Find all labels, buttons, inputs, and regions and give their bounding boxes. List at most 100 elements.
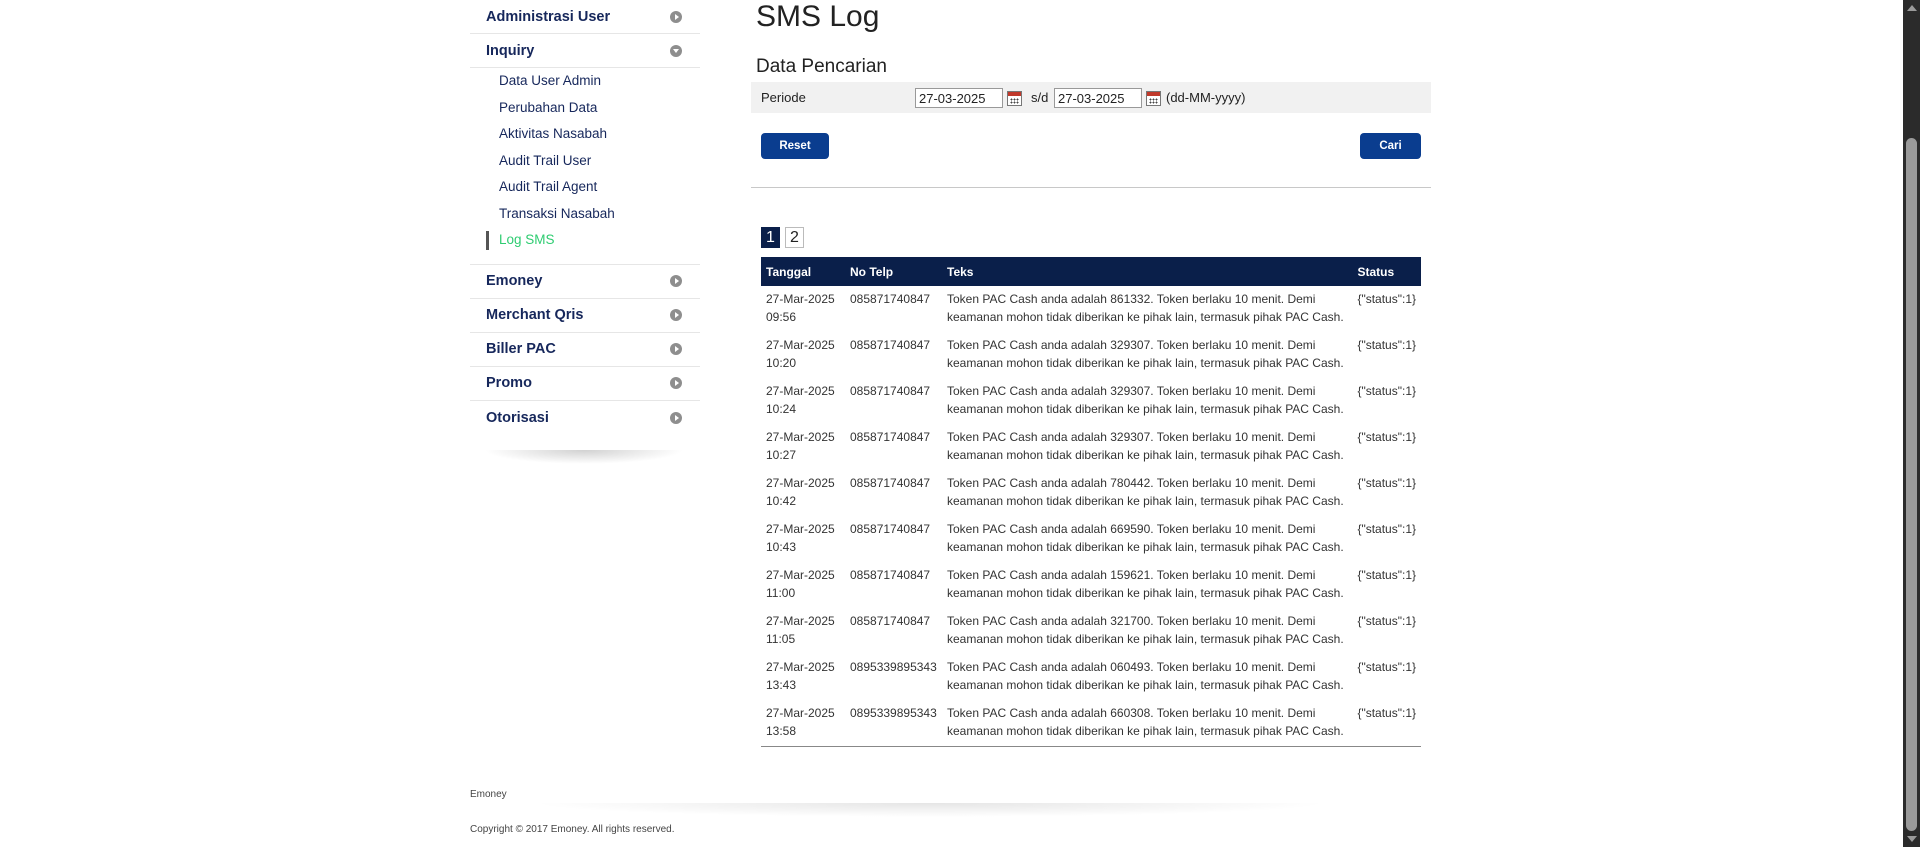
- cell-text-line: Token PAC Cash anda adalah 861332. Token…: [947, 292, 1316, 306]
- filter-bar: Periode s/d (dd-MM-yyyy): [751, 82, 1431, 113]
- footer-shadow: [530, 803, 1330, 817]
- cell-status: {"status":1}: [1357, 568, 1416, 582]
- table-header-row: Tanggal No Telp Teks Status: [761, 257, 1421, 286]
- date-from-input[interactable]: [915, 88, 1003, 108]
- cell-time: 10:42: [766, 494, 797, 508]
- table-row: 27-Mar-2025 10:20 085871740847 Token PAC Ca…: [761, 332, 1421, 378]
- sidebar-item-audit-trail-agent[interactable]: Audit Trail Agent: [470, 174, 700, 201]
- cell-status: {"status":1}: [1357, 660, 1416, 674]
- sidebar-item-transaksi-nasabah[interactable]: Transaksi Nasabah: [470, 201, 700, 228]
- cell-text-line: keamanan mohon tidak diberikan ke pihak …: [947, 494, 1344, 508]
- cell-no-telp: 085871740847: [850, 614, 931, 628]
- sidebar: Administrasi User Inquiry Data User Admi…: [470, 0, 700, 464]
- sidebar-group-administrasi-user[interactable]: Administrasi User: [470, 0, 700, 34]
- reset-button[interactable]: Reset: [761, 133, 829, 159]
- cell-text-line: keamanan mohon tidak diberikan ke pihak …: [947, 310, 1344, 324]
- cell-tanggal: 27-Mar-2025 10:24: [761, 378, 845, 424]
- sidebar-group-emoney[interactable]: Emoney: [470, 265, 700, 299]
- table-row: 27-Mar-2025 10:42 085871740847 Token PAC Ca…: [761, 470, 1421, 516]
- cell-text-line: keamanan mohon tidak diberikan ke pihak …: [947, 678, 1344, 692]
- cell-tanggal: 27-Mar-2025 10:27: [761, 424, 845, 470]
- scrollbar-thumb[interactable]: [1906, 138, 1917, 831]
- sidebar-group-biller-pac[interactable]: Biller PAC: [470, 333, 700, 367]
- sidebar-group-otorisasi[interactable]: Otorisasi: [470, 401, 700, 435]
- page-container: Administrasi User Inquiry Data User Admi…: [470, 0, 1431, 847]
- cell-date: 27-Mar-2025: [766, 338, 835, 352]
- cell-text-line: Token PAC Cash anda adalah 669590. Token…: [947, 522, 1316, 536]
- page-title: SMS Log: [756, 0, 880, 33]
- cell-date: 27-Mar-2025: [766, 660, 835, 674]
- cell-teks: Token PAC Cash anda adalah 861332. Token…: [942, 286, 1352, 332]
- cell-time: 10:43: [766, 540, 797, 554]
- circle-arrow-right-icon: [670, 377, 682, 389]
- sidebar-item-audit-trail-user[interactable]: Audit Trail User: [470, 148, 700, 175]
- sidebar-item-data-user-admin[interactable]: Data User Admin: [470, 68, 700, 95]
- table-row: 27-Mar-2025 11:00 085871740847 Token PAC Ca…: [761, 562, 1421, 608]
- sidebar-group-promo[interactable]: Promo: [470, 367, 700, 401]
- sidebar-item-log-sms[interactable]: Log SMS: [470, 227, 700, 254]
- sidebar-group-label: Otorisasi: [486, 409, 549, 426]
- table-row: 27-Mar-2025 13:43 0895339895343 Token PAC C…: [761, 654, 1421, 700]
- cell-text-line: Token PAC Cash anda adalah 321700. Token…: [947, 614, 1316, 628]
- cell-text-line: keamanan mohon tidak diberikan ke pihak …: [947, 448, 1344, 462]
- date-format-hint: (dd-MM-yyyy): [1166, 90, 1246, 105]
- sidebar-group-label: Administrasi User: [486, 8, 611, 25]
- cell-text-line: Token PAC Cash anda adalah 060493. Token…: [947, 660, 1316, 674]
- footer-copyright: Copyright © 2017 Emoney. All rights rese…: [470, 824, 675, 835]
- cell-teks: Token PAC Cash anda adalah 660308. Token…: [942, 700, 1352, 746]
- sidebar-group-merchant-qris[interactable]: Merchant Qris: [470, 299, 700, 333]
- cell-text-line: keamanan mohon tidak diberikan ke pihak …: [947, 586, 1344, 600]
- search-button[interactable]: Cari: [1360, 133, 1421, 159]
- cell-text-line: Token PAC Cash anda adalah 159621. Token…: [947, 568, 1316, 582]
- cell-status: {"status":1}: [1357, 614, 1416, 628]
- cell-text-line: keamanan mohon tidak diberikan ke pihak …: [947, 724, 1344, 738]
- date-to-input[interactable]: [1054, 88, 1142, 108]
- cell-status: {"status":1}: [1357, 522, 1416, 536]
- cell-date: 27-Mar-2025: [766, 614, 835, 628]
- cell-teks: Token PAC Cash anda adalah 780442. Token…: [942, 470, 1352, 516]
- scrollbar[interactable]: [1903, 0, 1920, 847]
- cell-status: {"status":1}: [1357, 292, 1416, 306]
- sidebar-item-aktivitas-nasabah[interactable]: Aktivitas Nasabah: [470, 121, 700, 148]
- divider: [751, 187, 1431, 188]
- scroll-down-arrow-icon[interactable]: [1907, 836, 1917, 842]
- table-row: 27-Mar-2025 10:27 085871740847 Token PAC Ca…: [761, 424, 1421, 470]
- table-row: 27-Mar-2025 13:58 0895339895343 Token PAC C…: [761, 700, 1421, 746]
- sidebar-group-inquiry[interactable]: Inquiry: [470, 34, 700, 68]
- calendar-icon[interactable]: [1007, 91, 1022, 106]
- circle-arrow-right-icon: [670, 10, 682, 23]
- table-row: 27-Mar-2025 09:56 085871740847 Token PAC Ca…: [761, 286, 1421, 332]
- cell-status: {"status":1}: [1357, 476, 1416, 490]
- cell-date: 27-Mar-2025: [766, 430, 835, 444]
- sidebar-item-perubahan-data[interactable]: Perubahan Data: [470, 95, 700, 122]
- page-1-link[interactable]: 1: [761, 227, 780, 248]
- date-separator: s/d: [1031, 90, 1049, 105]
- cell-status: {"status":1}: [1357, 384, 1416, 398]
- cell-date: 27-Mar-2025: [766, 568, 835, 582]
- cell-status: {"status":1}: [1357, 706, 1416, 720]
- section-title: Data Pencarian: [756, 56, 887, 77]
- sidebar-group-label: Promo: [486, 375, 532, 391]
- cell-no-telp: 0895339895343: [850, 660, 937, 674]
- cell-status: {"status":1}: [1357, 338, 1416, 352]
- cell-text-line: Token PAC Cash anda adalah 660308. Token…: [947, 706, 1316, 720]
- column-header-no-telp: No Telp: [845, 257, 942, 286]
- calendar-icon[interactable]: [1146, 91, 1161, 106]
- periode-label: Periode: [761, 90, 806, 105]
- table-body: 27-Mar-2025 09:56 085871740847 Token PAC Ca…: [761, 286, 1421, 746]
- column-header-status: Status: [1352, 257, 1421, 286]
- circle-arrow-down-icon: [670, 44, 682, 57]
- cell-time: 09:56: [766, 310, 797, 324]
- scroll-up-arrow-icon[interactable]: [1907, 5, 1917, 11]
- cell-time: 11:00: [766, 586, 796, 600]
- table-row: 27-Mar-2025 10:43 085871740847 Token PAC Ca…: [761, 516, 1421, 562]
- cell-teks: Token PAC Cash anda adalah 159621. Token…: [942, 562, 1352, 608]
- cell-time: 13:43: [766, 678, 797, 692]
- cell-teks: Token PAC Cash anda adalah 669590. Token…: [942, 516, 1352, 562]
- cell-no-telp: 085871740847: [850, 568, 931, 582]
- cell-text-line: Token PAC Cash anda adalah 780442. Token…: [947, 476, 1316, 490]
- cell-text-line: keamanan mohon tidak diberikan ke pihak …: [947, 356, 1344, 370]
- page-2-link[interactable]: 2: [785, 227, 804, 248]
- cell-date: 27-Mar-2025: [766, 522, 835, 536]
- cell-text-line: Token PAC Cash anda adalah 329307. Token…: [947, 338, 1316, 352]
